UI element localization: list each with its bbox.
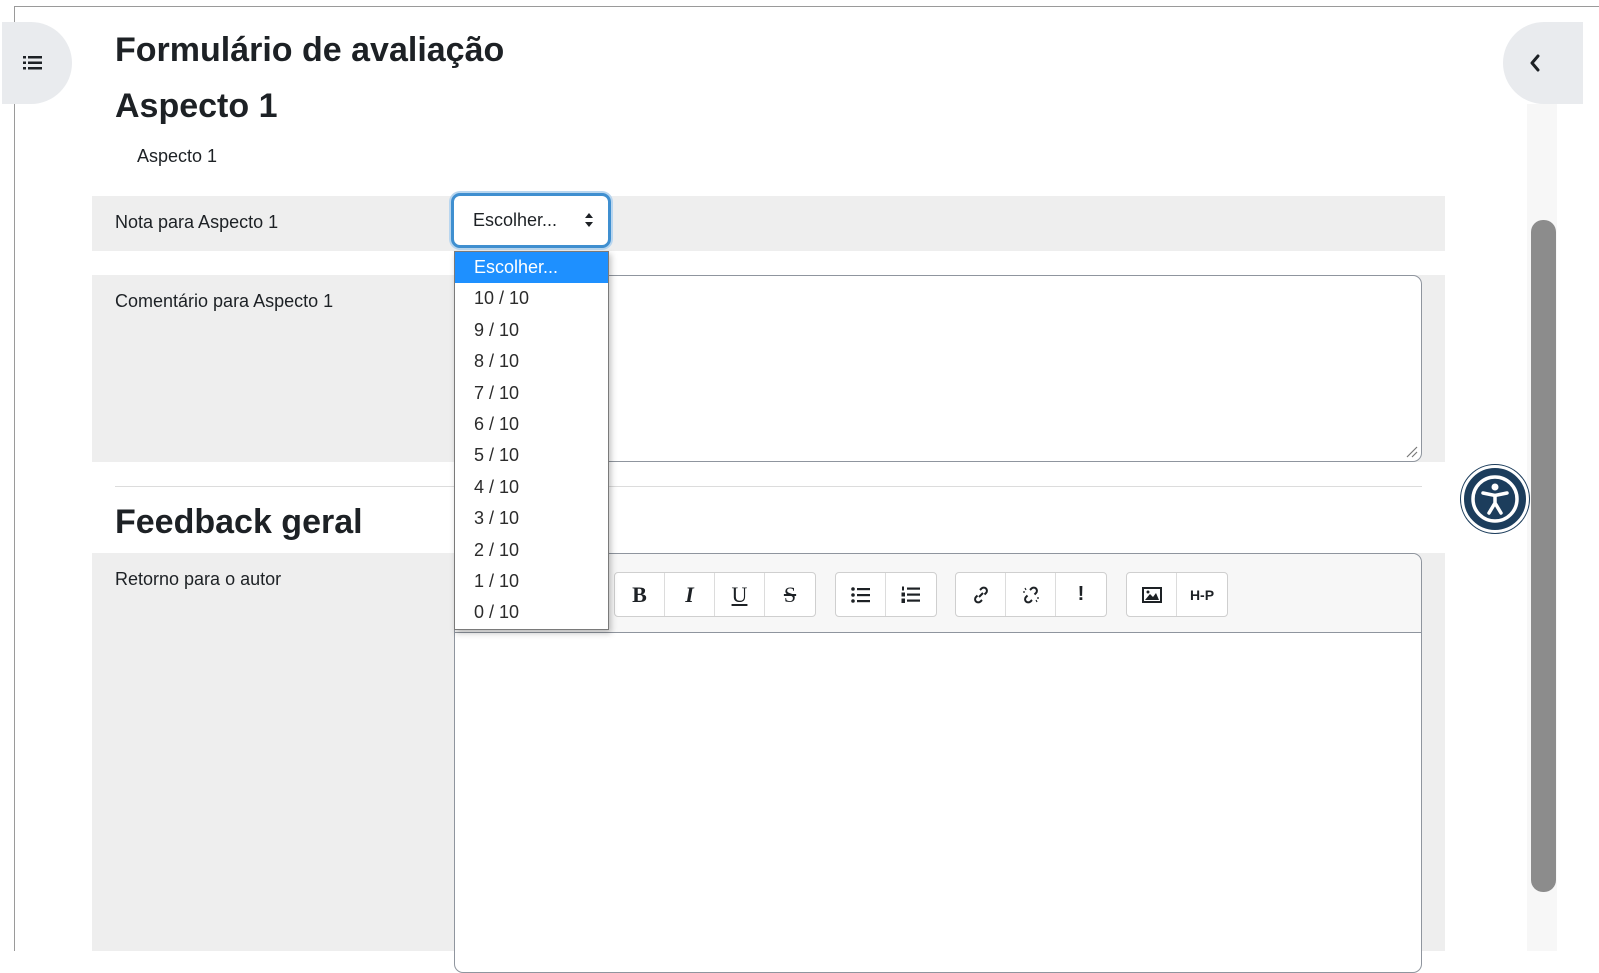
grade-option[interactable]: 7 / 10 bbox=[455, 378, 608, 409]
no-autolink-button[interactable]: ! bbox=[1056, 573, 1106, 616]
grade-option[interactable]: 4 / 10 bbox=[455, 472, 608, 503]
feedback-heading: Feedback geral bbox=[115, 503, 363, 541]
grade-option[interactable]: 5 / 10 bbox=[455, 440, 608, 471]
grade-option[interactable]: 2 / 10 bbox=[455, 535, 608, 566]
aspect-description: Aspecto 1 bbox=[137, 146, 218, 166]
page-title: Formulário de avaliação bbox=[115, 31, 505, 69]
grade-option[interactable]: 1 / 10 bbox=[455, 566, 608, 597]
strikethrough-button[interactable]: S bbox=[765, 573, 815, 616]
numbered-list-icon bbox=[901, 586, 920, 603]
grade-option[interactable]: 10 / 10 bbox=[455, 283, 608, 314]
bullet-list-icon bbox=[850, 586, 870, 603]
aspect-heading: Aspecto 1 bbox=[115, 87, 278, 125]
grade-option[interactable]: 3 / 10 bbox=[455, 503, 608, 534]
accessibility-button[interactable] bbox=[1461, 465, 1529, 533]
grade-row bbox=[92, 196, 1445, 251]
section-divider bbox=[115, 486, 1422, 487]
unlink-icon bbox=[1022, 586, 1039, 603]
bold-button[interactable]: B bbox=[615, 573, 665, 616]
feedback-label: Retorno para o autor bbox=[115, 569, 282, 589]
grade-label: Nota para Aspecto 1 bbox=[115, 212, 279, 232]
grade-dropdown: Escolher... 10 / 10 9 / 10 8 / 10 7 / 10 6 / … bbox=[454, 251, 609, 630]
block-drawer-toggle[interactable] bbox=[1503, 22, 1583, 104]
grade-option[interactable]: 6 / 10 bbox=[455, 409, 608, 440]
media-group: H-P bbox=[1126, 572, 1228, 617]
h5p-button[interactable]: H-P bbox=[1177, 573, 1227, 616]
grade-select[interactable]: Escolher... bbox=[451, 193, 611, 248]
list-group bbox=[835, 572, 937, 617]
comment-label: Comentário para Aspecto 1 bbox=[115, 291, 334, 311]
unordered-list-button[interactable] bbox=[836, 573, 886, 616]
unlink-button[interactable] bbox=[1006, 573, 1056, 616]
grade-select-value: Escolher... bbox=[473, 210, 558, 230]
image-icon bbox=[1141, 586, 1162, 603]
ordered-list-button[interactable] bbox=[886, 573, 936, 616]
grade-option[interactable]: Escolher... bbox=[455, 252, 608, 284]
italic-button[interactable]: I bbox=[665, 573, 715, 616]
underline-button[interactable]: U bbox=[715, 573, 765, 616]
scrollbar-thumb[interactable] bbox=[1531, 220, 1556, 892]
accessibility-icon bbox=[1471, 475, 1519, 523]
window-left-border bbox=[14, 6, 15, 951]
grade-option[interactable]: 8 / 10 bbox=[455, 346, 608, 377]
window-top-border bbox=[14, 6, 1599, 7]
select-arrows-icon bbox=[585, 213, 593, 227]
chevron-left-icon bbox=[1530, 54, 1540, 72]
list-icon bbox=[23, 56, 42, 70]
link-icon bbox=[973, 586, 988, 603]
image-button[interactable] bbox=[1127, 573, 1177, 616]
link-button[interactable] bbox=[956, 573, 1006, 616]
resize-handle-icon[interactable] bbox=[1404, 444, 1418, 458]
link-group: ! bbox=[955, 572, 1107, 617]
course-index-toggle[interactable] bbox=[2, 22, 72, 104]
grade-option[interactable]: 0 / 10 bbox=[455, 597, 608, 628]
grade-option[interactable]: 9 / 10 bbox=[455, 315, 608, 346]
format-group: B I U S bbox=[614, 572, 816, 617]
